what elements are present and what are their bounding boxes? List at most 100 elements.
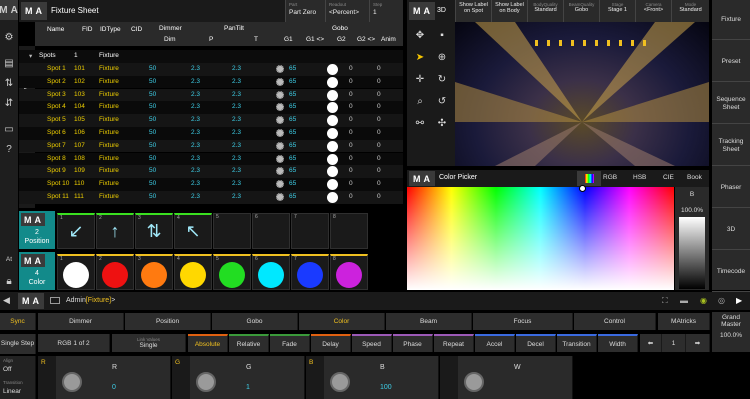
color-pool-header[interactable]: MA 4 Color: [19, 252, 55, 290]
viewer-3d-stage[interactable]: [455, 22, 709, 166]
gear-icon[interactable]: ⚙: [0, 28, 18, 46]
fixture-anim[interactable]: 0: [377, 193, 381, 200]
link-icon[interactable]: ⚯: [409, 112, 431, 134]
ma-logo[interactable]: MA: [18, 293, 44, 309]
sort-alt-icon[interactable]: ⇵: [0, 94, 18, 112]
tab-cie[interactable]: CIE: [663, 174, 674, 181]
fixture-g1x[interactable]: 65: [289, 193, 296, 200]
select-pointer-icon[interactable]: ➤: [409, 46, 431, 68]
fixture-anim[interactable]: 0: [377, 155, 381, 162]
feature-button[interactable]: Gobo: [212, 313, 298, 330]
fixture-g1x[interactable]: 65: [289, 142, 296, 149]
fixture-g1x[interactable]: 65: [289, 65, 296, 72]
encoder-knob-icon[interactable]: [464, 372, 484, 392]
monitor-icon[interactable]: ▭: [0, 120, 18, 138]
fixture-pan[interactable]: 2.3: [191, 129, 200, 136]
fixture-g1x[interactable]: 65: [289, 129, 296, 136]
help-icon[interactable]: ?: [0, 140, 18, 158]
table-row[interactable]: Spot 8 108 Fixture 50 2.3 2.3 65 0 0: [19, 152, 403, 166]
table-row[interactable]: Spot 5 105 Fixture 50 2.3 2.3 65 0 0: [19, 114, 403, 127]
matricks-button[interactable]: MAtricks: [658, 313, 710, 330]
fixture-tilt[interactable]: 2.3: [232, 180, 241, 187]
grand-master[interactable]: Grand Master 100.0%: [712, 312, 750, 352]
fixture-g1x[interactable]: 65: [289, 103, 296, 110]
fixture-pan[interactable]: 2.3: [191, 155, 200, 162]
fixture-g2x[interactable]: 0: [349, 193, 353, 200]
view-button[interactable]: Fixture: [712, 0, 750, 40]
fixture-tilt[interactable]: 2.3: [232, 129, 241, 136]
feature-button[interactable]: Beam: [386, 313, 472, 330]
mode-button[interactable]: Absolute: [188, 334, 228, 352]
single-step-button[interactable]: Single Step: [0, 334, 36, 354]
view-button[interactable]: Timecode: [712, 252, 750, 292]
mode-button[interactable]: Width: [598, 334, 638, 352]
fixture-pan[interactable]: 2.3: [191, 180, 200, 187]
swatch-icon[interactable]: [577, 171, 601, 186]
brightness-slider[interactable]: [679, 217, 705, 289]
fixture-anim[interactable]: 0: [377, 142, 381, 149]
step-button[interactable]: Step 1: [369, 0, 403, 22]
fixture-dim[interactable]: 50: [149, 103, 156, 110]
viewer-3d-option-button[interactable]: BeamQuality Gobo: [563, 0, 599, 22]
fixture-anim[interactable]: 0: [377, 129, 381, 136]
col-cid[interactable]: CID: [131, 26, 142, 33]
fixture-g1x[interactable]: 65: [289, 180, 296, 187]
target-icon[interactable]: ⊕: [431, 46, 453, 68]
mode-button[interactable]: Relative: [229, 334, 269, 352]
col-p[interactable]: P: [209, 36, 213, 43]
mode-button[interactable]: Decel: [516, 334, 556, 352]
fixture-g2x[interactable]: 0: [349, 91, 353, 98]
col-dimmer[interactable]: Dimmer: [159, 25, 182, 32]
color-preset-slot[interactable]: 2: [96, 254, 134, 290]
col-pantilt[interactable]: PanTilt: [224, 25, 244, 32]
ma-logo[interactable]: MA: [0, 0, 18, 20]
table-row[interactable]: Spot 4 104 Fixture 50 2.3 2.3 65 0 0: [19, 101, 403, 114]
encoder[interactable]: R R 0: [38, 356, 171, 399]
fixture-dim[interactable]: 50: [149, 116, 156, 123]
viewer-3d-option-button[interactable]: Camera <Front>: [635, 0, 671, 22]
mode-button[interactable]: Accel: [475, 334, 515, 352]
fixture-g1x[interactable]: 65: [289, 167, 296, 174]
hue-saturation-field[interactable]: [407, 185, 674, 290]
fixture-tilt[interactable]: 2.3: [232, 78, 241, 85]
col-g2x[interactable]: G2 <>: [357, 36, 375, 43]
fixture-tilt[interactable]: 2.3: [232, 116, 241, 123]
feature-button[interactable]: Position: [125, 313, 211, 330]
tab-book[interactable]: Book: [687, 174, 702, 181]
ma-window-logo[interactable]: MA: [21, 2, 47, 20]
position-preset-slot[interactable]: 5: [213, 213, 251, 249]
fixture-dim[interactable]: 50: [149, 65, 156, 72]
network-icon[interactable]: ⛶: [662, 296, 668, 306]
fixture-anim[interactable]: 0: [377, 116, 381, 123]
table-row[interactable]: Spot 2 102 Fixture 50 2.3 2.3 65 0 0: [19, 75, 403, 89]
align-value[interactable]: Off: [3, 366, 12, 373]
fixture-g2x[interactable]: 0: [349, 167, 353, 174]
color-preset-slot[interactable]: 8: [330, 254, 368, 290]
encoder[interactable]: B B 100: [306, 356, 439, 399]
view-button[interactable]: Sequence Sheet: [712, 84, 750, 124]
rgb-page-button[interactable]: RGB 1 of 2: [38, 334, 110, 352]
fixture-g1x[interactable]: 65: [289, 155, 296, 162]
position-preset-slot[interactable]: 3 ⇅: [135, 213, 173, 249]
fixture-tilt[interactable]: 2.3: [232, 65, 241, 72]
fixture-g2x[interactable]: 0: [349, 180, 353, 187]
fixture-dim[interactable]: 50: [149, 91, 156, 98]
view-button[interactable]: Phaser: [712, 168, 750, 208]
encoder[interactable]: G G 1: [172, 356, 305, 399]
tab-hsb[interactable]: HSB: [633, 174, 646, 181]
fixture-g2x[interactable]: 0: [349, 103, 353, 110]
page-right-icon[interactable]: ➡: [686, 334, 710, 352]
col-fid[interactable]: FID: [82, 26, 92, 33]
ma-window-logo[interactable]: MA: [409, 171, 435, 186]
sort-icon[interactable]: ⇅: [0, 74, 18, 92]
fixture-pan[interactable]: 2.3: [191, 116, 200, 123]
fixture-dim[interactable]: 50: [149, 193, 156, 200]
table-row[interactable]: Spot 3 103 Fixture 50 2.3 2.3 65 0 0: [19, 88, 403, 102]
viewer-3d-option-button[interactable]: BodyQuality Standard: [527, 0, 563, 22]
position-preset-slot[interactable]: 7: [291, 213, 329, 249]
col-g1[interactable]: G1: [284, 36, 293, 43]
fixture-dim[interactable]: 50: [149, 129, 156, 136]
viewer-3d-tab[interactable]: 3D: [437, 7, 446, 14]
fixture-g2x[interactable]: 0: [349, 116, 353, 123]
fixture-anim[interactable]: 0: [377, 91, 381, 98]
